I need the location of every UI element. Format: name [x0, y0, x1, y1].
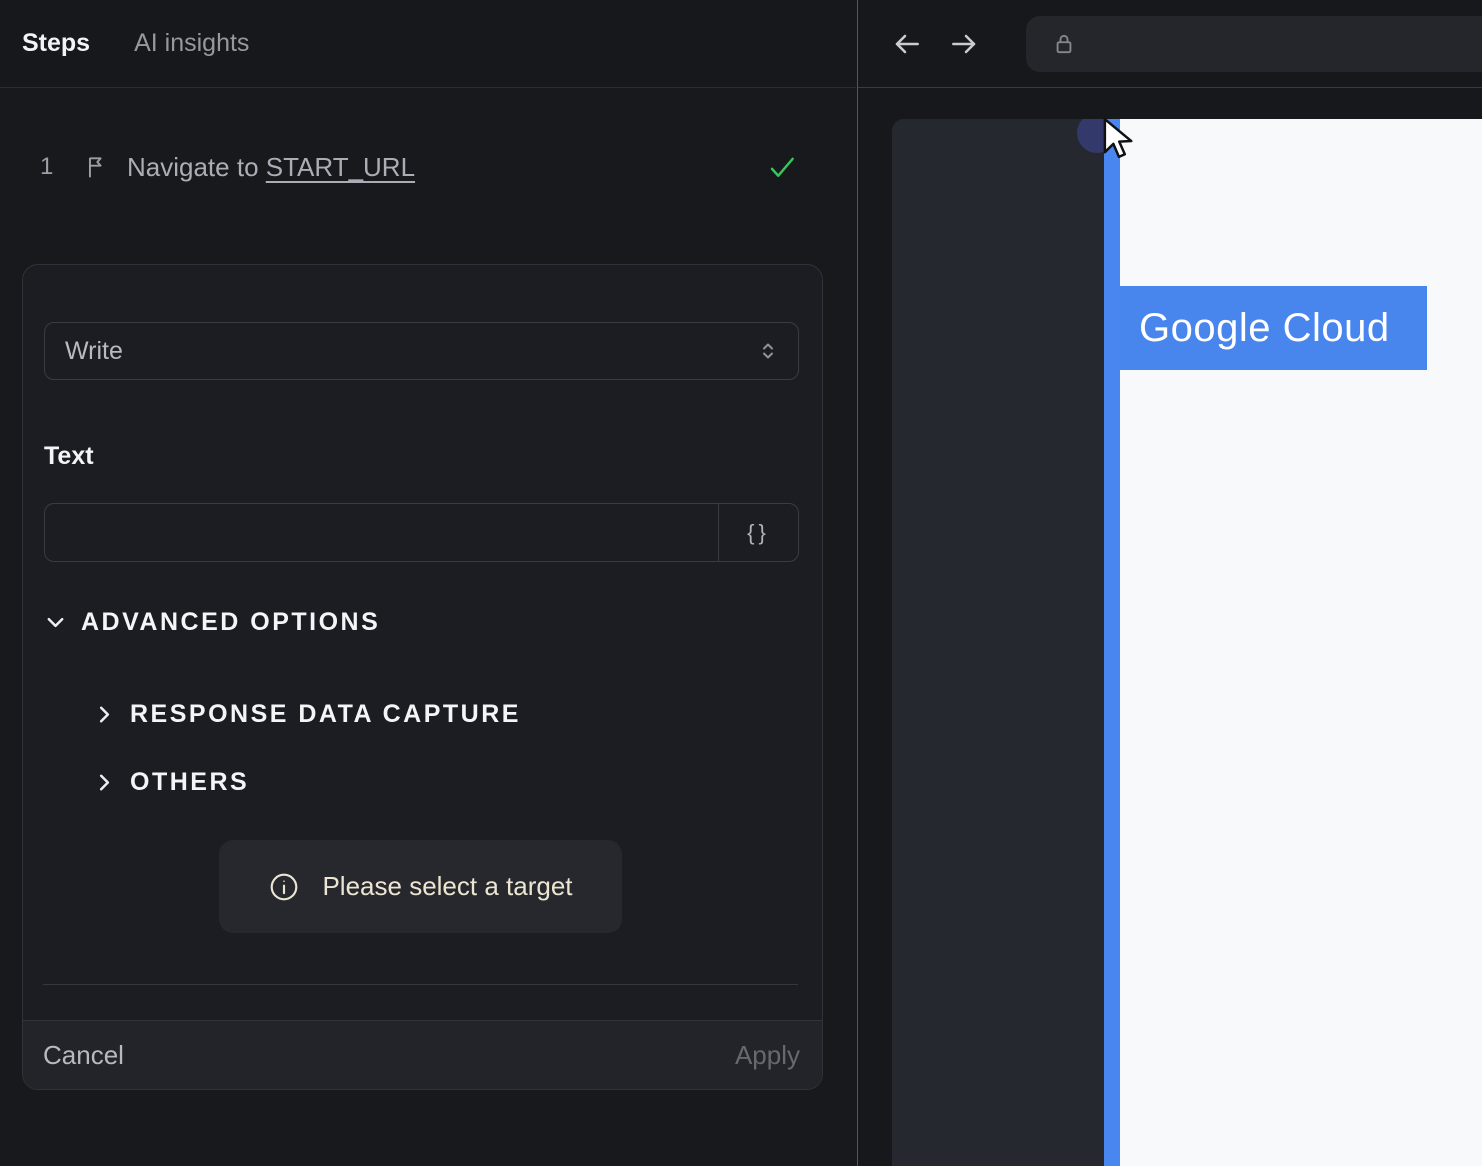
apply-button[interactable]: Apply: [735, 1040, 800, 1071]
site-page-content: Google Cloud: [1120, 119, 1482, 1166]
lock-icon: [1050, 30, 1078, 58]
step-number: 1: [40, 153, 54, 180]
info-circle-icon: [268, 871, 300, 903]
step-label[interactable]: Navigate to START_URL: [127, 152, 415, 183]
start-url-link: START_URL: [265, 151, 416, 182]
browser-preview-pane: Google Cloud: [857, 0, 1482, 1166]
selection-highlight-strip[interactable]: [1104, 119, 1120, 1166]
others-toggle[interactable]: OTHERS: [93, 768, 249, 797]
arrow-right-icon[interactable]: [948, 28, 980, 60]
green-check-icon: [767, 152, 797, 182]
card-footer: Cancel Apply: [23, 1020, 822, 1089]
text-input-group: {}: [44, 503, 799, 562]
flag-icon: [84, 154, 110, 180]
tab-ai-insights[interactable]: AI insights: [134, 29, 249, 58]
advanced-options-label: ADVANCED OPTIONS: [81, 608, 381, 636]
others-label: OTHERS: [130, 768, 250, 796]
insert-variable-button[interactable]: {}: [718, 504, 798, 561]
step-config-card: Write Text {} ADVANCED OPTIONS RESPONSE …: [22, 264, 823, 1090]
select-target-notice: Please select a target: [219, 840, 622, 933]
chevron-right-icon: [93, 771, 116, 794]
browser-toolbar: [858, 0, 1482, 88]
google-cloud-banner[interactable]: Google Cloud: [1120, 286, 1427, 370]
select-target-text: Please select a target: [322, 871, 573, 901]
tab-bar: Steps AI insights: [0, 0, 856, 88]
browser-viewport: Google Cloud: [859, 89, 1482, 1166]
response-data-capture-toggle[interactable]: RESPONSE DATA CAPTURE: [93, 700, 521, 729]
action-select-value: Write: [65, 336, 123, 365]
tab-steps[interactable]: Steps: [22, 29, 90, 58]
cancel-button[interactable]: Cancel: [43, 1040, 124, 1071]
step-editor-pane: Steps AI insights 1 Navigate to START_UR…: [0, 0, 856, 1166]
action-select[interactable]: Write: [44, 322, 799, 380]
chevron-right-icon: [93, 703, 116, 726]
text-field-label: Text: [44, 442, 94, 470]
footer-divider: [43, 984, 798, 985]
response-data-capture-label: RESPONSE DATA CAPTURE: [130, 700, 521, 728]
site-sidebar-panel: [892, 119, 1104, 1166]
google-cloud-label: Google Cloud: [1139, 305, 1390, 350]
arrow-left-icon[interactable]: [891, 28, 923, 60]
chevron-down-icon: [44, 611, 67, 634]
chevrons-up-down-icon: [756, 339, 780, 363]
advanced-options-toggle[interactable]: ADVANCED OPTIONS: [44, 608, 380, 637]
step-row[interactable]: 1 Navigate to START_URL: [0, 140, 856, 194]
text-input[interactable]: [45, 504, 718, 561]
url-bar[interactable]: [1026, 16, 1482, 72]
